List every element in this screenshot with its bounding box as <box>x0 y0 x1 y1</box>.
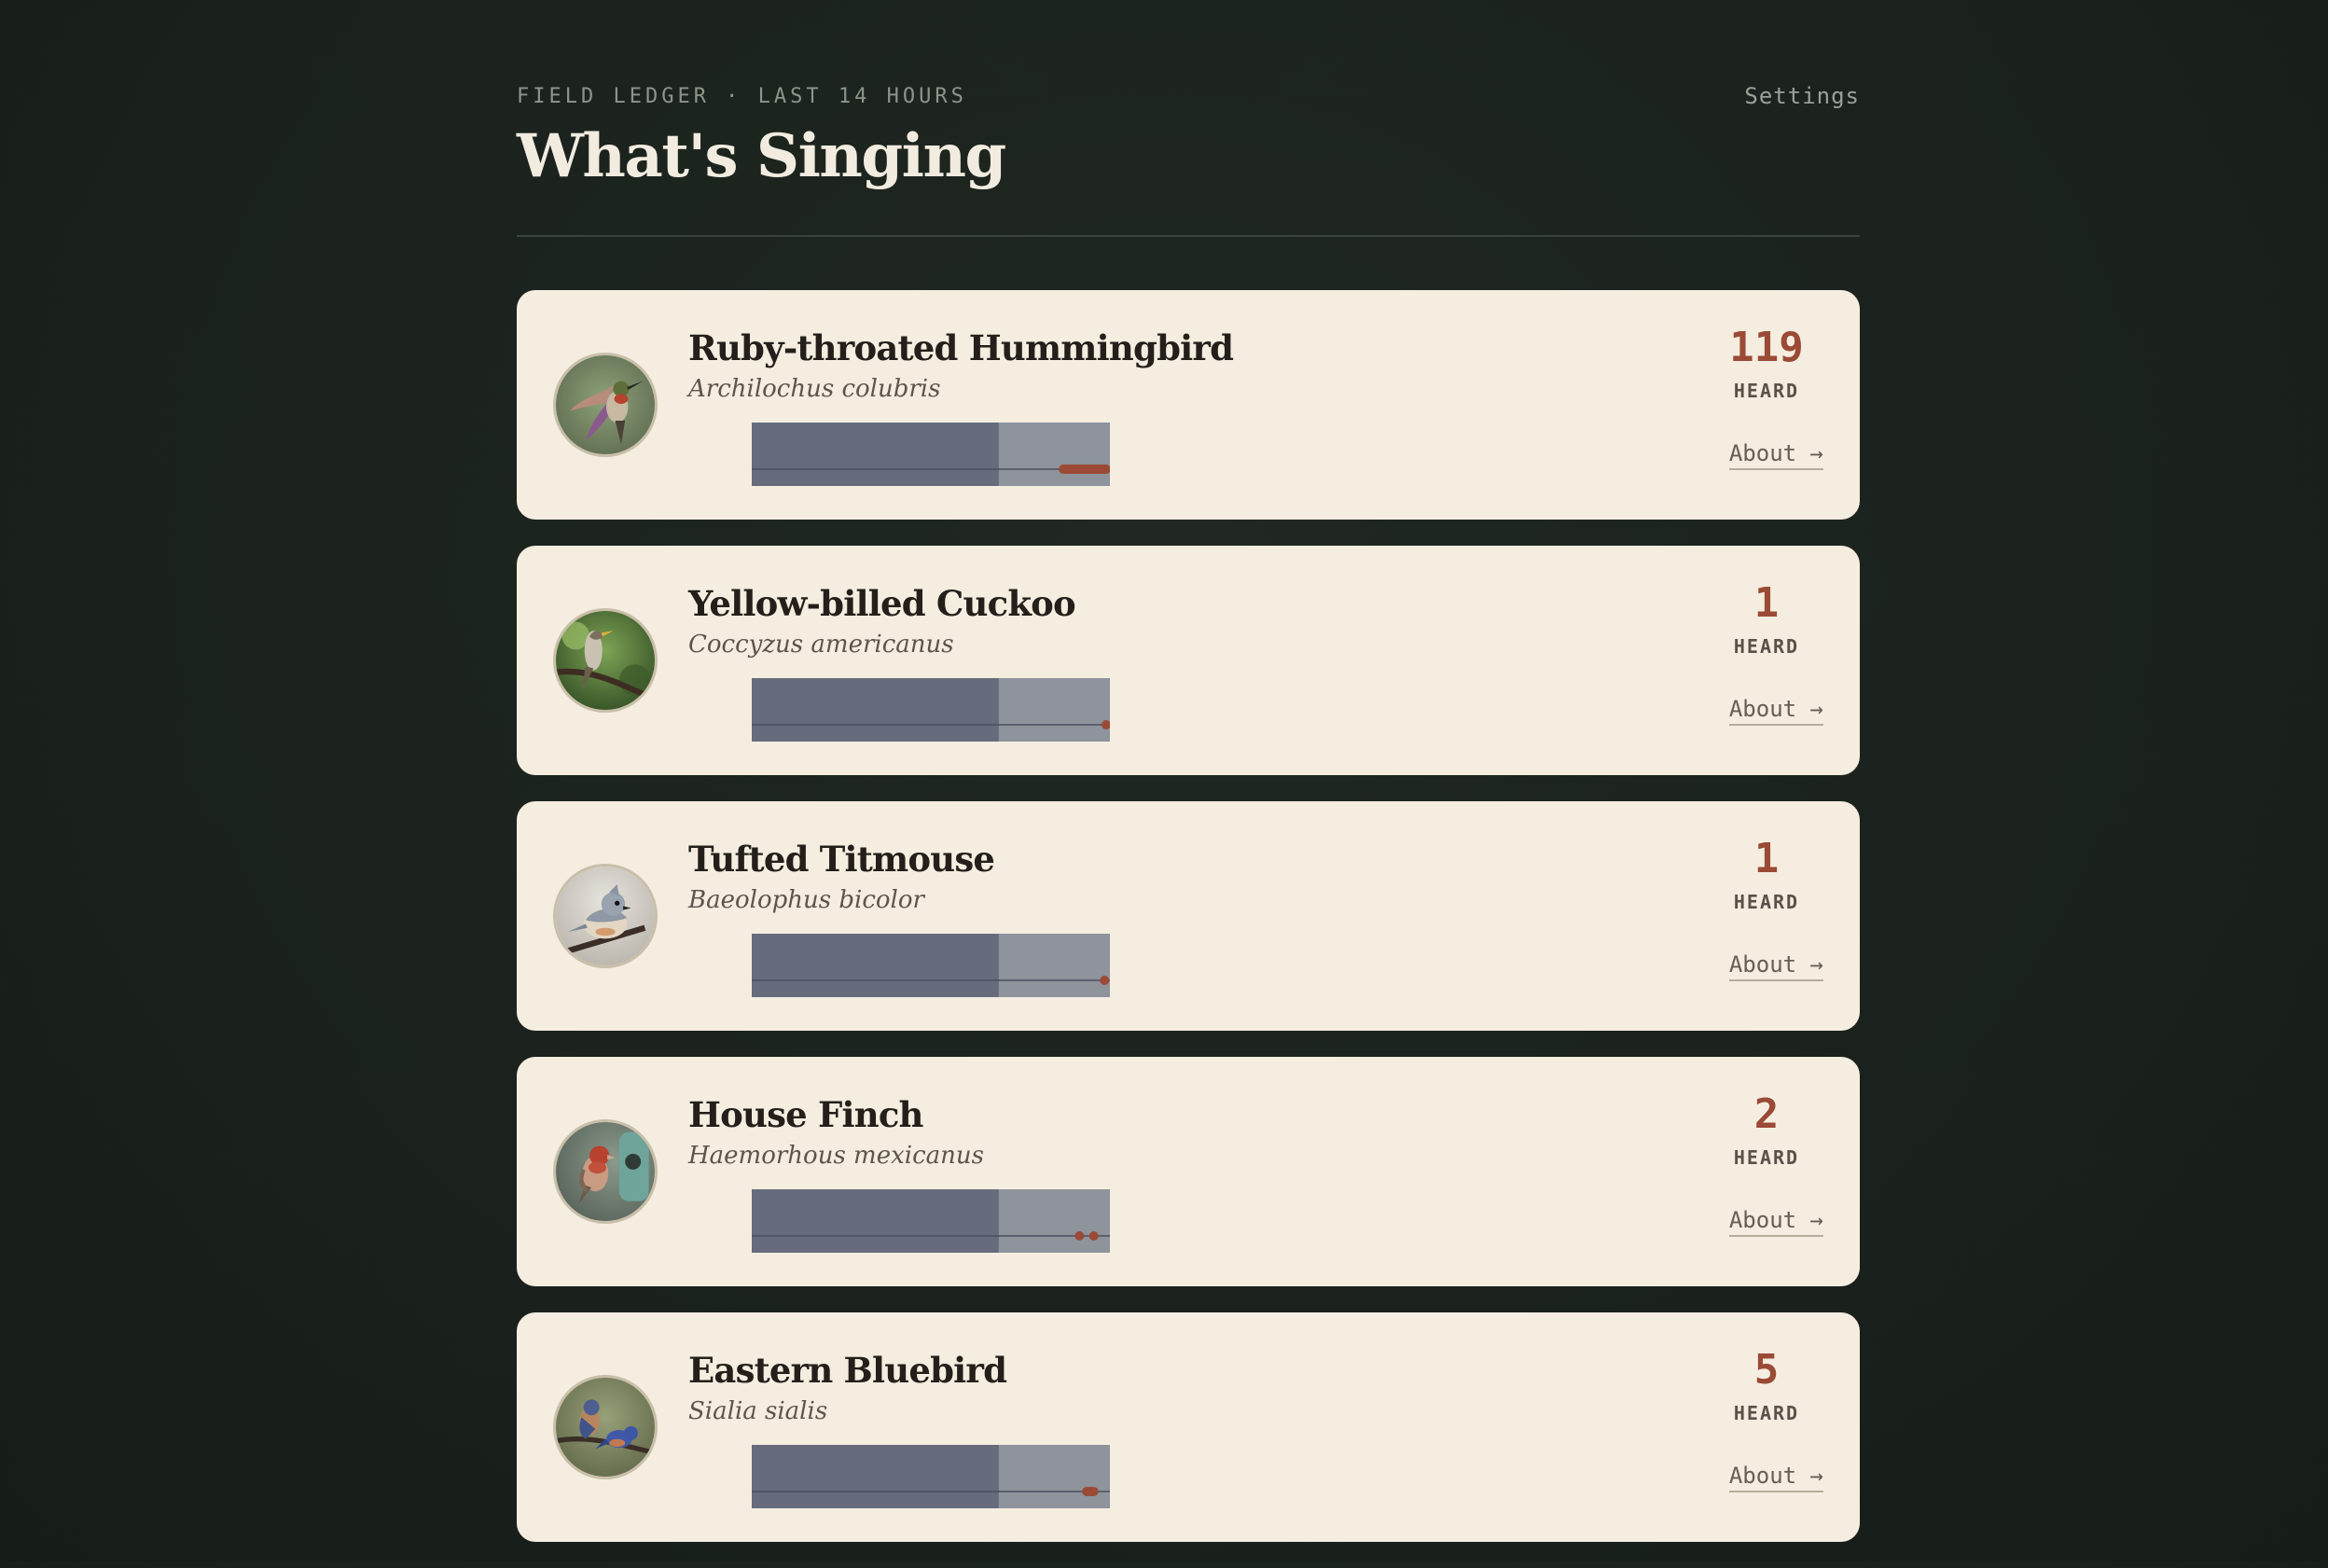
heard-label: HEARD <box>1733 1146 1800 1169</box>
detection-dot <box>1088 1231 1099 1241</box>
about-link[interactable]: About → <box>1728 951 1823 981</box>
night-band <box>752 934 999 997</box>
species-card[interactable]: Yellow-billed Cuckoo Coccyzus americanus… <box>517 546 1860 775</box>
titmouse-photo-icon <box>556 867 655 965</box>
day-band <box>998 678 1110 742</box>
common-name: House Finch <box>688 1094 923 1135</box>
about-link[interactable]: About → <box>1728 1463 1823 1492</box>
detection-timeline <box>752 1189 1110 1253</box>
species-card[interactable]: Tufted Titmouse Baeolophus bicolor 1 HEA… <box>517 801 1860 1031</box>
hummingbird-photo-icon <box>556 355 655 454</box>
species-list: Ruby-throated Hummingbird Archilochus co… <box>517 290 1860 1568</box>
scientific-name: Sialia sialis <box>688 1397 828 1425</box>
common-name: Eastern Bluebird <box>688 1350 1007 1391</box>
heard-count: 119 <box>1729 324 1804 371</box>
day-band <box>998 1189 1110 1253</box>
page: FIELD LEDGER · LAST 14 HOURS What's Sing… <box>517 0 1860 1542</box>
about-link[interactable]: About → <box>1728 440 1823 470</box>
bluebird-photo <box>553 1375 658 1479</box>
page-eyebrow: FIELD LEDGER · LAST 14 HOURS <box>517 85 967 108</box>
detection-timeline <box>752 934 1110 997</box>
common-name: Yellow-billed Cuckoo <box>688 583 1076 624</box>
page-title: What's Singing <box>517 121 1006 191</box>
heard-count: 5 <box>1753 1346 1780 1394</box>
heard-label: HEARD <box>1733 891 1800 913</box>
heard-label: HEARD <box>1733 635 1800 658</box>
scientific-name: Archilochus colubris <box>688 375 941 403</box>
scientific-name: Baeolophus bicolor <box>688 886 924 914</box>
hummingbird-photo <box>553 353 658 457</box>
about-link[interactable]: About → <box>1728 1207 1823 1237</box>
day-band <box>998 1445 1110 1508</box>
common-name: Ruby-throated Hummingbird <box>688 327 1234 368</box>
common-name: Tufted Titmouse <box>688 839 995 880</box>
heard-count: 1 <box>1753 579 1780 627</box>
cuckoo-photo-icon <box>556 611 655 710</box>
heard-label: HEARD <box>1733 1402 1800 1424</box>
cuckoo-photo <box>553 608 658 713</box>
night-band <box>752 423 999 486</box>
scientific-name: Haemorhous mexicanus <box>688 1142 984 1170</box>
night-band <box>752 1189 999 1253</box>
detection-dot <box>1100 976 1110 985</box>
night-band <box>752 678 999 742</box>
settings-link[interactable]: Settings <box>1744 83 1860 109</box>
detection-dot <box>1074 1231 1085 1241</box>
day-band <box>998 423 1110 486</box>
detection-timeline <box>752 1445 1110 1508</box>
heard-count: 2 <box>1753 1090 1780 1138</box>
heard-label: HEARD <box>1733 380 1800 402</box>
titmouse-photo <box>553 864 658 968</box>
night-band <box>752 1445 999 1508</box>
species-card[interactable]: House Finch Haemorhous mexicanus 2 HEARD… <box>517 1057 1860 1286</box>
finch-photo <box>553 1119 658 1224</box>
detection-timeline <box>752 423 1110 486</box>
page-header: FIELD LEDGER · LAST 14 HOURS What's Sing… <box>517 0 1860 237</box>
detection-timeline <box>752 678 1110 742</box>
day-band <box>998 934 1110 997</box>
detection-dot <box>1088 1487 1099 1496</box>
species-card[interactable]: Ruby-throated Hummingbird Archilochus co… <box>517 290 1860 520</box>
finch-photo-icon <box>556 1122 655 1221</box>
scientific-name: Coccyzus americanus <box>688 631 954 659</box>
bluebird-photo-icon <box>556 1378 655 1477</box>
species-card[interactable]: Eastern Bluebird Sialia sialis 5 HEARD A… <box>517 1312 1860 1542</box>
heard-count: 1 <box>1753 835 1780 882</box>
about-link[interactable]: About → <box>1728 696 1823 726</box>
